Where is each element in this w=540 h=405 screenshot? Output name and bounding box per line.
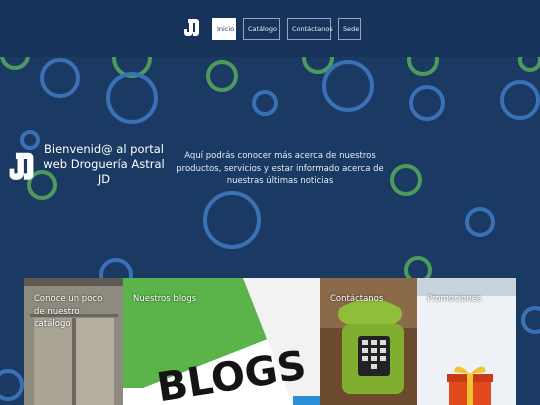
- welcome-heading: Bienvenid@ al portal web Droguería Astra…: [43, 142, 165, 186]
- nav-contactanos[interactable]: Contáctanos: [287, 18, 333, 40]
- nav-catalogo[interactable]: Catálogo: [243, 18, 280, 40]
- card-blogs-label: Nuestros blogs: [133, 294, 197, 304]
- hero-content: Bienvenid@ al portal web Droguería Astra…: [0, 0, 540, 405]
- card-contactanos-label: Contáctanos: [330, 294, 384, 304]
- main-nav: Inicio Catálogo Contáctanos Sede: [212, 18, 361, 40]
- brand-logo-large-icon: [9, 152, 34, 180]
- nav-sede[interactable]: Sede: [338, 18, 361, 40]
- top-header: Inicio Catálogo Contáctanos Sede: [0, 0, 540, 57]
- card-promociones[interactable]: Promociones: [417, 278, 516, 405]
- card-contactanos[interactable]: Contáctanos: [320, 278, 417, 405]
- card-blogs[interactable]: BLOGS Nuestros blogs: [123, 278, 320, 405]
- card-catalogo-label: Conoce un poco de nuestro catálogo: [34, 294, 103, 329]
- intro-text: Aquí podrás conocer más acerca de nuestr…: [176, 151, 384, 186]
- brand-logo-icon[interactable]: [183, 17, 200, 39]
- feature-cards: Conoce un poco de nuestro catálogo BLOGS…: [24, 278, 516, 405]
- nav-inicio[interactable]: Inicio: [212, 18, 236, 40]
- card-catalogo[interactable]: Conoce un poco de nuestro catálogo: [24, 278, 123, 405]
- card-promociones-label: Promociones: [427, 294, 482, 304]
